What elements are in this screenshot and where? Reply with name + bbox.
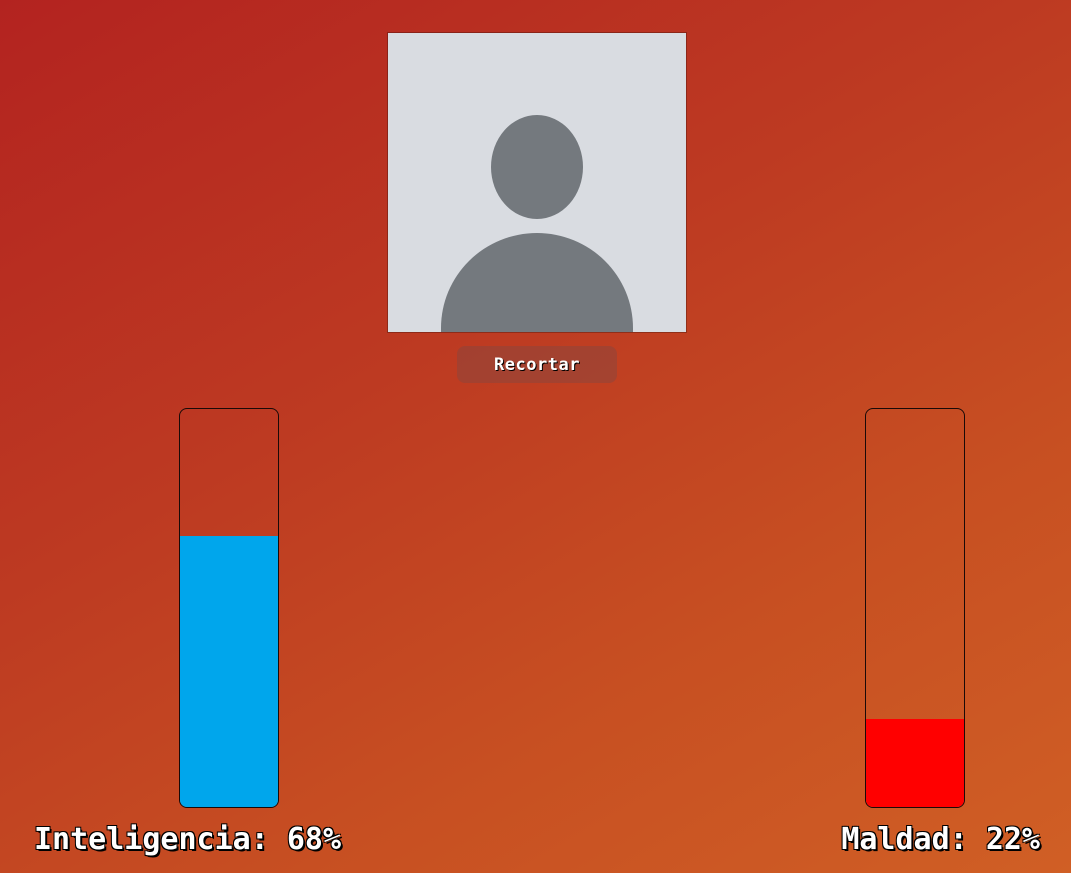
intelligence-value: 68%	[286, 822, 342, 857]
profile-picture	[388, 33, 686, 332]
evil-stat-label: Maldad: 22%	[841, 822, 1040, 858]
intelligence-meter	[179, 408, 279, 808]
crop-button[interactable]: Recortar	[457, 346, 617, 383]
intelligence-label: Inteligencia:	[34, 822, 269, 857]
evil-meter	[865, 408, 965, 808]
intelligence-stat-label: Inteligencia: 68%	[34, 822, 341, 858]
evil-meter-fill	[866, 719, 964, 807]
evil-value: 22%	[985, 822, 1040, 857]
intelligence-meter-fill	[180, 536, 278, 807]
evil-label: Maldad:	[841, 822, 968, 857]
user-silhouette-icon	[441, 115, 633, 332]
